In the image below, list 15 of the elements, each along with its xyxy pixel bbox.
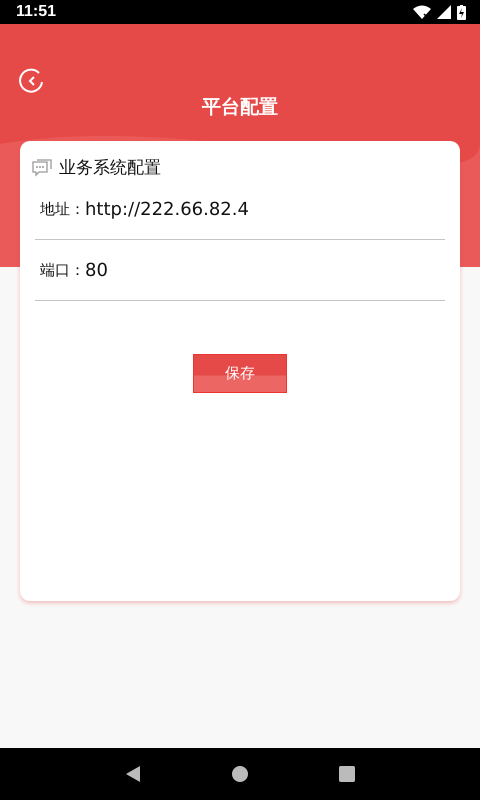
save-button[interactable]: 保存 [193,354,287,393]
field-label: 端口： [40,260,85,280]
page-title: 平台配置 [202,95,278,120]
input-field[interactable]: http://222.66.82.4 [85,198,385,220]
status-time: 11:51 [16,3,56,21]
chat-icon [31,158,53,178]
input-field[interactable]: 80 [85,260,385,280]
field-label: 地址： [40,200,85,218]
signal-icon [437,5,451,19]
back-button[interactable] [19,68,45,94]
battery-icon [457,4,466,20]
recents-button[interactable] [336,764,357,784]
wifi-icon [413,5,431,19]
home-button[interactable] [230,764,250,784]
card-title: 业务系统配置 [59,157,161,179]
